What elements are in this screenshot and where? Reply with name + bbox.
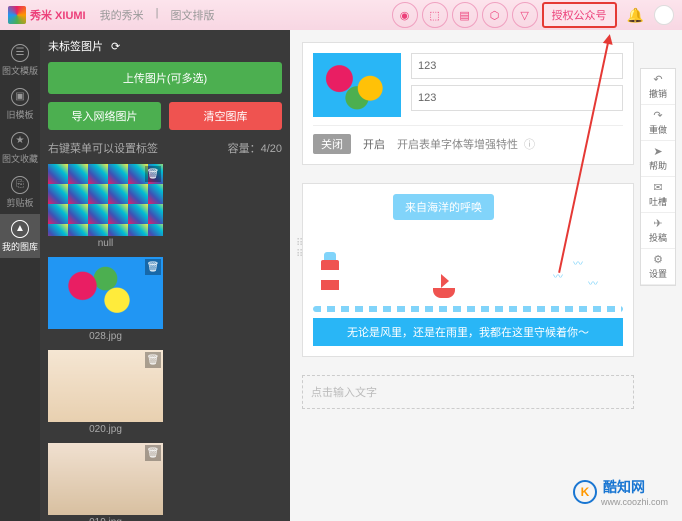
rail-clipboard[interactable]: ⎘剪贴板 — [0, 170, 40, 214]
breadcrumb: 我的秀米 | 图文排版 — [96, 7, 219, 23]
gear-icon: ⚙ — [653, 253, 663, 266]
bubble-text[interactable]: 来自海洋的呼唤 — [393, 194, 494, 220]
header-icon-1[interactable]: ◉ — [392, 2, 418, 28]
send-icon: ✈ — [653, 217, 662, 230]
tool-settings[interactable]: ⚙设置 — [641, 249, 675, 285]
thumb-item[interactable]: 🗑null — [48, 164, 163, 251]
subtitle-input[interactable] — [411, 85, 623, 111]
bell-icon[interactable]: 🔔 — [627, 7, 644, 24]
wave-decoration — [313, 306, 623, 312]
boat-icon — [433, 288, 455, 298]
logo — [8, 6, 26, 24]
brand: 秀米 XIUMI — [30, 7, 86, 23]
content-card[interactable]: 来自海洋的呼唤 〰 〰 〰 无论是风里，还是在雨里，我都在这里守候着你～ — [302, 183, 634, 357]
tool-undo[interactable]: ↶撤销 — [641, 69, 675, 105]
crumb-current: 图文排版 — [166, 7, 218, 23]
clipboard-icon: ⎘ — [11, 176, 29, 194]
watermark-logo: K — [573, 480, 597, 504]
text-placeholder[interactable]: 点击输入文字 — [302, 375, 634, 409]
template-icon: ☰ — [11, 44, 29, 62]
rail-favorites[interactable]: ★图文收藏 — [0, 126, 40, 170]
tag-hint: 右键菜单可以设置标签 — [48, 140, 158, 156]
capacity: 容量：4/20 — [228, 140, 282, 156]
delete-icon[interactable]: 🗑 — [145, 166, 161, 182]
tool-help[interactable]: ➤帮助 — [641, 141, 675, 177]
refresh-icon[interactable]: ⟳ — [111, 40, 120, 53]
clear-gallery-button[interactable]: 清空图库 — [169, 102, 282, 130]
undo-icon: ↶ — [653, 73, 662, 86]
header-icon-2[interactable]: ⬚ — [422, 2, 448, 28]
title-input[interactable] — [411, 53, 623, 79]
avatar[interactable] — [654, 5, 674, 25]
header: 秀米 XIUMI 我的秀米 | 图文排版 ◉ ⬚ ▤ ⬡ ▽ 授权公众号 🔔 — [0, 0, 682, 30]
thumb-item[interactable]: 🗑020.jpg — [48, 350, 163, 437]
help-icon[interactable]: ⓘ — [524, 136, 535, 152]
tool-submit[interactable]: ✈投稿 — [641, 213, 675, 249]
toggle-on[interactable]: 开启 — [357, 134, 391, 154]
caption-bar[interactable]: 无论是风里，还是在雨里，我都在这里守候着你～ — [313, 318, 623, 346]
thumbnail-grid: 🗑null 🗑028.jpg 🗑020.jpg 🗑019.jpg — [48, 164, 282, 521]
header-icon-4[interactable]: ⬡ — [482, 2, 508, 28]
bird-icon: 〰 — [588, 275, 598, 290]
form-hint: 开启表单字体等增强特性 — [397, 136, 518, 152]
delete-icon[interactable]: 🗑 — [145, 259, 161, 275]
thumb-item[interactable]: 🗑019.jpg — [48, 443, 163, 521]
rail-gallery[interactable]: ▲我的图库 — [0, 214, 40, 258]
feedback-icon: ✉ — [653, 181, 662, 194]
help-icon: ➤ — [653, 145, 662, 158]
grid-handle-icon[interactable]: ⠿⠿ — [296, 238, 303, 260]
tool-feedback[interactable]: ✉吐槽 — [641, 177, 675, 213]
toggle-off[interactable]: 关闭 — [313, 134, 351, 154]
header-icon-3[interactable]: ▤ — [452, 2, 478, 28]
import-url-button[interactable]: 导入网络图片 — [48, 102, 161, 130]
image-icon: ▲ — [11, 220, 29, 238]
sidebar: 未标签图片 ⟳ 上传图片(可多选) 导入网络图片 清空图库 右键菜单可以设置标签… — [40, 30, 290, 521]
delete-icon[interactable]: 🗑 — [145, 445, 161, 461]
nav-rail: ☰图文模版 ▣旧模板 ★图文收藏 ⎘剪贴板 ▲我的图库 — [0, 30, 40, 521]
rail-old-templates[interactable]: ▣旧模板 — [0, 82, 40, 126]
watermark: K 酷知网 www.coozhi.com — [573, 477, 668, 507]
header-icon-5[interactable]: ▽ — [512, 2, 538, 28]
editor-canvas: 关闭 开启 开启表单字体等增强特性 ⓘ 来自海洋的呼唤 〰 〰 〰 无论是风里，… — [290, 30, 682, 521]
illustration: 〰 〰 〰 — [313, 250, 623, 300]
sidebar-title: 未标签图片 — [48, 38, 103, 54]
right-toolbar: ↶撤销 ↷重做 ➤帮助 ✉吐槽 ✈投稿 ⚙设置 — [640, 68, 676, 286]
bird-icon: 〰 — [573, 255, 583, 270]
star-icon: ★ — [11, 132, 29, 150]
header-actions: ◉ ⬚ ▤ ⬡ ▽ 授权公众号 🔔 — [392, 2, 674, 28]
redo-icon: ↷ — [653, 109, 662, 122]
thumb-item[interactable]: 🗑028.jpg — [48, 257, 163, 344]
old-template-icon: ▣ — [11, 88, 29, 106]
cover-preview[interactable] — [313, 53, 401, 117]
crumb-home[interactable]: 我的秀米 — [96, 7, 148, 23]
auth-account-button[interactable]: 授权公众号 — [542, 2, 617, 28]
lighthouse-icon — [321, 260, 339, 300]
tool-redo[interactable]: ↷重做 — [641, 105, 675, 141]
upload-button[interactable]: 上传图片(可多选) — [48, 62, 282, 94]
rail-templates[interactable]: ☰图文模版 — [0, 38, 40, 82]
crumb-sep: | — [152, 7, 163, 23]
delete-icon[interactable]: 🗑 — [145, 352, 161, 368]
